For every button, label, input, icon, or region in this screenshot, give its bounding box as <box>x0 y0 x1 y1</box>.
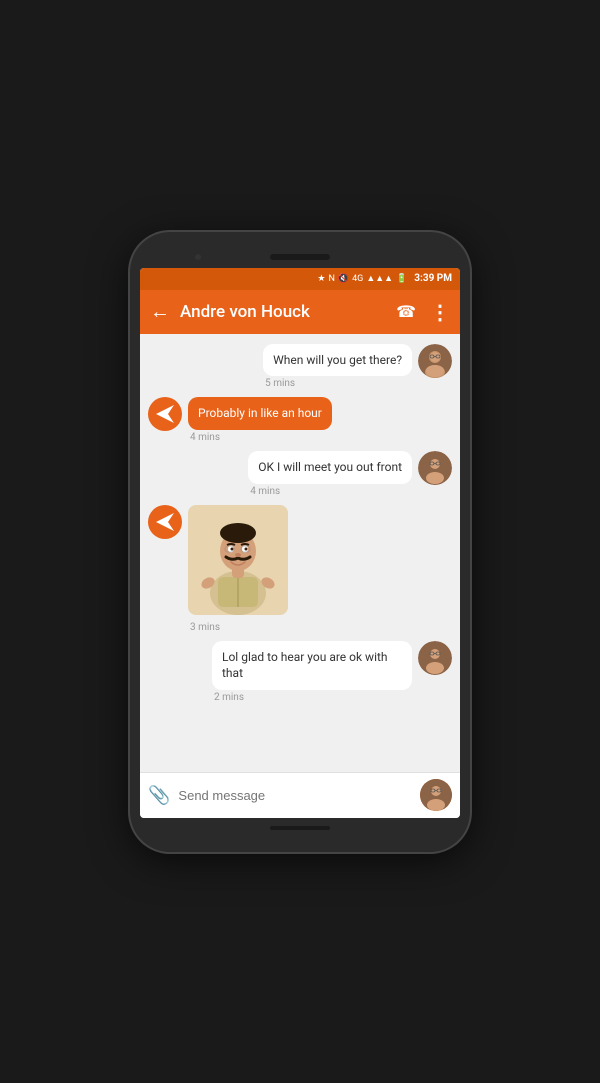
message-time: 3 mins <box>188 622 288 633</box>
message-bubble-wrap: 3 mins <box>188 505 288 633</box>
data-icon: 4G <box>352 274 363 284</box>
avatar <box>420 779 452 811</box>
app-bar-actions: ☎ ⋮ <box>396 300 450 324</box>
message-text: OK I will meet you out front <box>258 460 402 474</box>
message-time: 4 mins <box>248 486 412 497</box>
speaker-grille <box>270 254 330 260</box>
message-bubble: OK I will meet you out front <box>248 451 412 484</box>
message-bubble-wrap: When will you get there? 5 mins <box>263 344 412 390</box>
compose-bar: 📎 <box>140 772 460 818</box>
message-bubble: When will you get there? <box>263 344 412 377</box>
phone-bottom-bar <box>140 818 460 838</box>
sticker-bubble <box>188 505 288 620</box>
table-row: When will you get there? 5 mins <box>148 344 452 390</box>
bluetooth-icon: ★ <box>317 274 325 284</box>
message-text: When will you get there? <box>273 353 402 367</box>
avatar <box>418 641 452 675</box>
avatar <box>418 344 452 378</box>
more-menu-button[interactable]: ⋮ <box>430 300 450 324</box>
message-text: Lol glad to hear you are ok with that <box>222 650 388 681</box>
message-time: 5 mins <box>263 378 412 389</box>
message-bubble: Lol glad to hear you are ok with that <box>212 641 412 691</box>
bottom-speaker <box>270 826 330 830</box>
message-bubble-wrap: OK I will meet you out front 4 mins <box>248 451 412 497</box>
message-time: 4 mins <box>188 432 332 443</box>
avatar <box>148 397 182 431</box>
status-icons: ★ N 🔇 4G ▲▲▲ 🔋 3:39 PM <box>317 273 452 284</box>
message-text: Probably in like an hour <box>198 406 322 420</box>
battery-icon: 🔋 <box>396 274 407 284</box>
nfc-icon: N <box>328 274 334 284</box>
status-bar: ★ N 🔇 4G ▲▲▲ 🔋 3:39 PM <box>140 268 460 290</box>
table-row: 3 mins <box>148 505 452 633</box>
signal-icon: ▲▲▲ <box>366 273 393 284</box>
camera-dot <box>195 254 201 260</box>
phone-frame: ★ N 🔇 4G ▲▲▲ 🔋 3:39 PM ← Andre von Houck… <box>130 232 470 852</box>
message-bubble: Probably in like an hour <box>188 397 332 430</box>
message-bubble-wrap: Lol glad to hear you are ok with that 2 … <box>212 641 412 704</box>
table-row: Lol glad to hear you are ok with that 2 … <box>148 641 452 704</box>
back-button[interactable]: ← <box>150 299 170 324</box>
volume-icon: 🔇 <box>338 274 349 284</box>
status-time: 3:39 PM <box>414 273 452 284</box>
phone-top-bar <box>140 246 460 268</box>
phone-screen: ★ N 🔇 4G ▲▲▲ 🔋 3:39 PM ← Andre von Houck… <box>140 268 460 818</box>
message-time: 2 mins <box>212 692 412 703</box>
contact-name: Andre von Houck <box>180 302 386 322</box>
attach-button[interactable]: 📎 <box>148 785 170 806</box>
avatar <box>418 451 452 485</box>
table-row: OK I will meet you out front 4 mins <box>148 451 452 497</box>
message-bubble-wrap: Probably in like an hour 4 mins <box>188 397 332 443</box>
app-bar: ← Andre von Houck ☎ ⋮ <box>140 290 460 334</box>
avatar <box>148 505 182 539</box>
call-button[interactable]: ☎ <box>396 302 416 321</box>
messages-container: When will you get there? 5 mins Proba <box>140 334 460 772</box>
table-row: Probably in like an hour 4 mins <box>148 397 452 443</box>
compose-input[interactable] <box>178 788 412 803</box>
